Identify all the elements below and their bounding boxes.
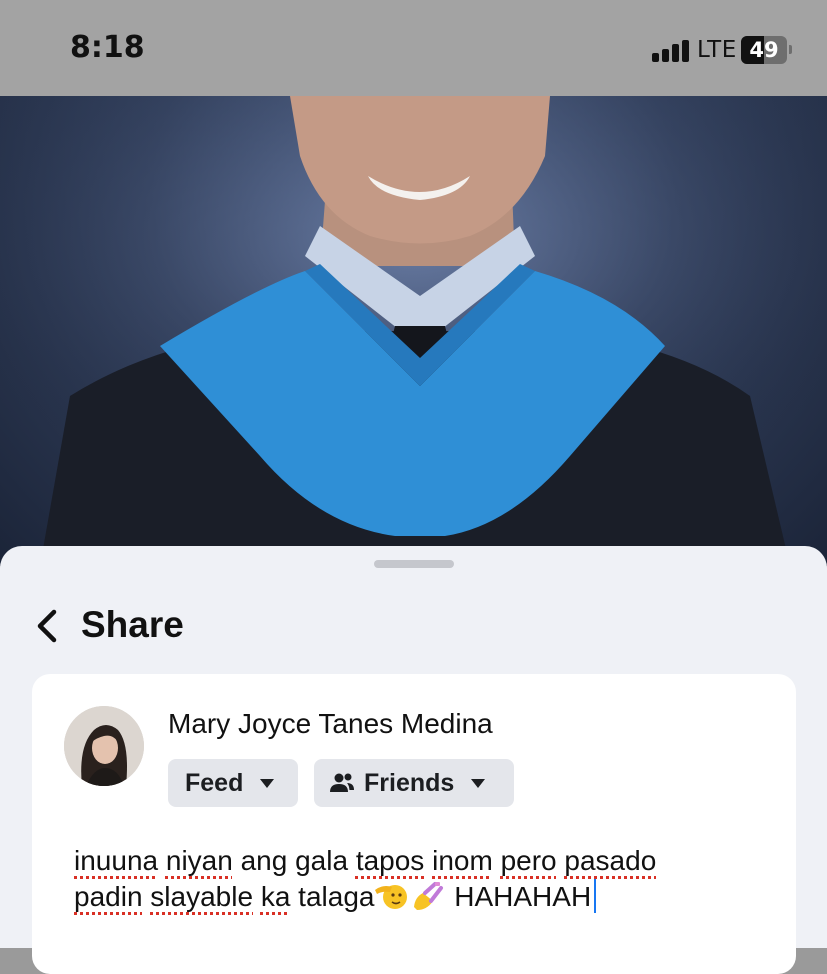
network-type: LTE bbox=[697, 37, 737, 63]
avatar[interactable] bbox=[64, 706, 144, 786]
post-word: pasado bbox=[564, 845, 657, 876]
feed-label: Feed bbox=[185, 768, 244, 797]
post-word: gala bbox=[295, 845, 349, 876]
post-word: tapos bbox=[355, 845, 425, 876]
caret-down-icon bbox=[260, 778, 275, 788]
post-word: padin bbox=[74, 881, 143, 912]
friends-audience-button[interactable]: Friends bbox=[314, 759, 514, 807]
back-chevron-icon[interactable] bbox=[30, 606, 66, 646]
text-cursor bbox=[594, 879, 597, 913]
post-text-input[interactable]: inuuna niyan ang gala tapos inom pero pa… bbox=[74, 843, 774, 915]
battery-icon: 49 bbox=[741, 36, 787, 64]
caret-down-icon bbox=[471, 778, 486, 788]
graduation-portrait-image bbox=[0, 96, 827, 566]
post-word: niyan bbox=[165, 845, 233, 876]
background-photo bbox=[0, 96, 827, 566]
sheet-grabber-handle[interactable] bbox=[374, 560, 454, 568]
composer-card: Mary Joyce Tanes Medina Feed Friends inu… bbox=[32, 674, 796, 974]
friends-icon bbox=[330, 773, 354, 792]
feed-audience-button[interactable]: Feed bbox=[168, 759, 298, 807]
post-word: inom bbox=[432, 845, 493, 876]
user-name: Mary Joyce Tanes Medina bbox=[168, 708, 493, 739]
avatar-image bbox=[64, 706, 144, 786]
post-word: ka bbox=[260, 881, 291, 912]
status-bar: 8:18 LTE 49 bbox=[0, 0, 827, 96]
signal-strength-icon bbox=[652, 40, 689, 62]
friends-label: Friends bbox=[364, 768, 455, 797]
post-word: talaga bbox=[298, 881, 375, 912]
sheet-title: Share bbox=[81, 604, 184, 645]
status-time: 8:18 bbox=[70, 30, 145, 65]
post-word: ang bbox=[240, 845, 288, 876]
share-sheet: Share Mary Joyce Tanes Medina Feed Frien… bbox=[0, 546, 827, 974]
battery-cap bbox=[789, 45, 792, 54]
battery-percentage: 49 bbox=[749, 38, 779, 62]
post-word: HAHAHAH bbox=[454, 881, 592, 912]
saluting-face-emoji-icon bbox=[375, 885, 408, 909]
nail-polish-emoji-icon bbox=[414, 882, 444, 910]
post-word: pero bbox=[500, 845, 557, 876]
post-word: slayable bbox=[150, 881, 254, 912]
post-word: inuuna bbox=[74, 845, 159, 876]
